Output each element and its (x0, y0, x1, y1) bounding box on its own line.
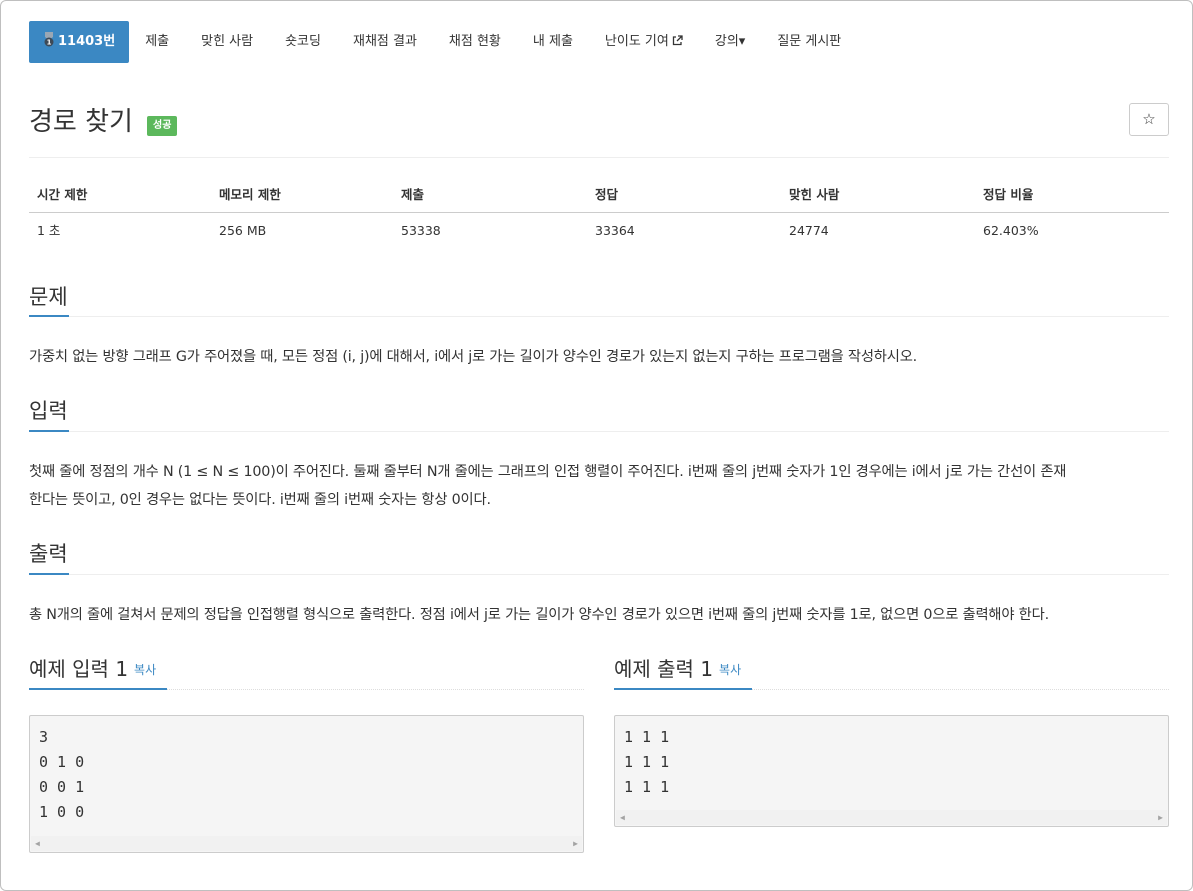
header-solved-users: 맞힌 사람 (789, 187, 840, 202)
description-text: 가중치 없는 방향 그래프 G가 주어졌을 때, 모든 정점 (i, j)에 대… (29, 349, 918, 365)
medal-icon: 1 (44, 32, 54, 47)
scroll-left-icon[interactable]: ◀ (35, 836, 40, 851)
tab-submit[interactable]: 제출 (129, 21, 185, 63)
sample-output-line: 1 1 1 (624, 778, 670, 796)
tab-my-submissions[interactable]: 내 제출 (517, 21, 589, 63)
sample-output-line: 1 1 1 (624, 753, 670, 771)
input-divider (29, 431, 1169, 432)
sample-input-line: 0 1 0 (39, 753, 85, 771)
sample-input-scrollbar[interactable]: ◀ ▶ (31, 836, 582, 851)
header-submissions: 제출 (401, 187, 425, 202)
output-text: 총 N개의 줄에 걸쳐서 문제의 정답을 인접행렬 형식으로 출력한다. 정점 … (29, 607, 1049, 623)
sample-output-heading: 예제 출력 1 복사 (614, 653, 741, 682)
accept-ratio-value: 62.403% (983, 223, 1039, 238)
tab-difficulty-vote-label: 난이도 기여 (604, 34, 669, 49)
tab-solved-users[interactable]: 맞힌 사람 (185, 21, 269, 63)
header-accepted: 정답 (595, 187, 619, 202)
time-limit-value: 1 초 (37, 223, 61, 238)
header-memory-limit: 메모리 제한 (219, 187, 281, 202)
sample-input-line: 1 0 0 (39, 803, 85, 821)
sample-input-title: 예제 입력 1 (29, 657, 129, 681)
input-underline (29, 430, 69, 432)
submissions-value: 53338 (401, 223, 441, 238)
sample-input-line: 0 0 1 (39, 778, 85, 796)
output-heading: 출력 (29, 542, 68, 566)
tab-board[interactable]: 질문 게시판 (761, 21, 857, 63)
tab-short-coding[interactable]: 숏코딩 (269, 21, 337, 63)
scroll-left-icon[interactable]: ◀ (620, 810, 625, 825)
copy-sample-input-link[interactable]: 복사 (134, 663, 156, 677)
header-time-limit: 시간 제한 (37, 187, 88, 202)
problem-page: 1 11403번 제출 맞힌 사람 숏코딩 재채점 결과 채점 현황 내 제출 … (0, 0, 1193, 891)
sample-input-line: 3 (39, 728, 49, 746)
sample-output-title: 예제 출력 1 (614, 657, 714, 681)
problem-title: 경로 찾기 (29, 107, 133, 137)
svg-text:1: 1 (47, 39, 52, 47)
header-accept-ratio: 정답 비율 (983, 187, 1034, 202)
input-heading: 입력 (29, 399, 68, 423)
problem-menu: 1 11403번 제출 맞힌 사람 숏코딩 재채점 결과 채점 현황 내 제출 … (29, 21, 1169, 63)
input-text-line-1: 첫째 줄에 정점의 개수 N (1 ≤ N ≤ 100)이 주어진다. 둘째 줄… (29, 464, 1067, 480)
info-table-row: 1 초 256 MB 53338 33364 24774 62.403% (29, 213, 1169, 249)
external-link-icon (672, 35, 683, 46)
output-divider (29, 574, 1169, 575)
tab-problem-label: 11403번 (58, 34, 116, 49)
scroll-right-icon[interactable]: ▶ (1158, 810, 1163, 825)
tab-problem[interactable]: 1 11403번 (29, 21, 130, 63)
sample-output-line: 1 1 1 (624, 728, 670, 746)
title-divider (29, 157, 1169, 158)
accepted-value: 33364 (595, 223, 635, 238)
sample-output-scrollbar[interactable]: ◀ ▶ (616, 810, 1167, 825)
sample-output-underline (614, 688, 752, 690)
tab-status[interactable]: 채점 현황 (433, 21, 517, 63)
sample-output-box[interactable]: 1 1 1 1 1 1 1 1 1 ◀ ▶ (614, 715, 1169, 827)
output-underline (29, 573, 69, 575)
favorite-button[interactable]: ☆ (1129, 103, 1169, 136)
copy-sample-output-link[interactable]: 복사 (719, 663, 741, 677)
sample-input-box[interactable]: 3 0 1 0 0 0 1 1 0 0 ◀ ▶ (29, 715, 584, 853)
description-divider (29, 316, 1169, 317)
solved-users-value: 24774 (789, 223, 829, 238)
input-text-line-2: 한다는 뜻이고, 0인 경우는 없다는 뜻이다. i번째 줄의 i번째 숫자는 … (29, 492, 491, 508)
input-text: 첫째 줄에 정점의 개수 N (1 ≤ N ≤ 100)이 주어진다. 둘째 줄… (29, 458, 1174, 514)
tab-difficulty-vote[interactable]: 난이도 기여 (589, 21, 699, 63)
info-table-header: 시간 제한 메모리 제한 제출 정답 맞힌 사람 정답 비율 (29, 177, 1169, 213)
description-underline (29, 315, 69, 317)
memory-limit-value: 256 MB (219, 223, 267, 238)
tab-rejudge-results[interactable]: 재채점 결과 (337, 21, 433, 63)
description-heading: 문제 (29, 285, 68, 309)
sample-input-underline (29, 688, 167, 690)
status-badge: 성공 (147, 116, 178, 136)
star-icon: ☆ (1142, 110, 1156, 128)
sample-input-heading: 예제 입력 1 복사 (29, 653, 156, 682)
tab-lectures[interactable]: 강의▾ (699, 21, 761, 63)
scroll-right-icon[interactable]: ▶ (573, 836, 578, 851)
